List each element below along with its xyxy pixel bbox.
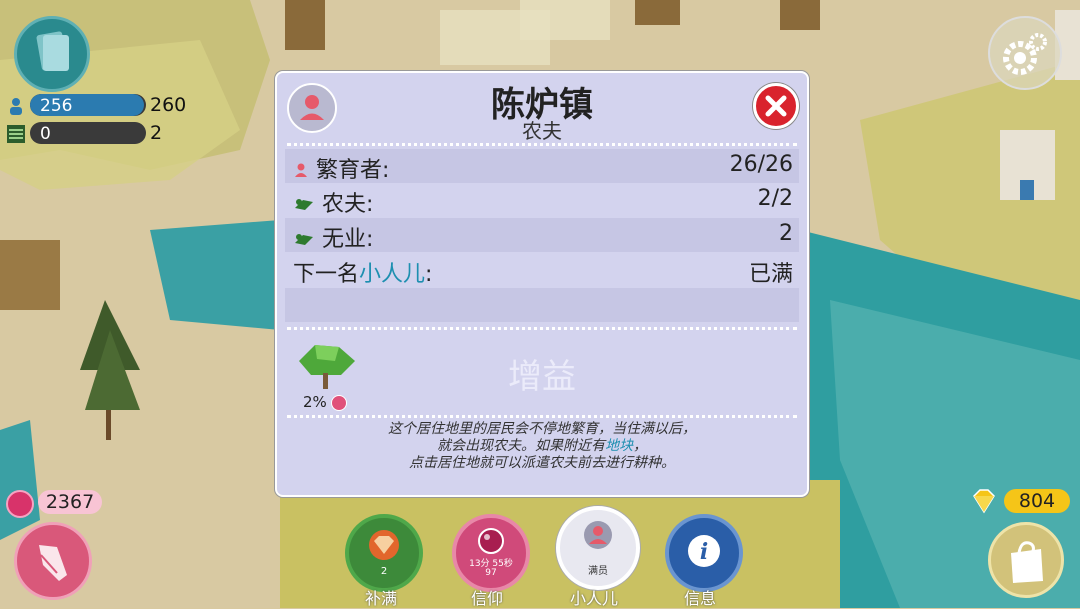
- stat-row-breeders: 繁育者: 26/26: [285, 149, 799, 183]
- unemployed-value: 2: [779, 221, 793, 246]
- close-button[interactable]: [753, 83, 799, 129]
- breeders-label: 繁育者:: [316, 158, 390, 183]
- info-icon: i: [688, 535, 720, 567]
- divider: [287, 415, 797, 418]
- stat-row-next-follower: 下一名小人儿: 已满: [285, 253, 799, 287]
- storage-max: 2: [150, 122, 163, 144]
- faith-button[interactable]: 13分 55秒 97: [452, 514, 530, 592]
- gems-counter: 804: [1004, 489, 1070, 513]
- next-follower-value: 已满: [748, 262, 793, 287]
- abode-description: 这个居住地里的居民会不停地繁育，当住满以后， 就会出现农夫。如果附近有地块， 点…: [388, 421, 696, 471]
- storage-current: 0: [40, 124, 51, 144]
- unemployed-icon: [295, 234, 313, 245]
- dialog-subtitle: 农夫: [522, 119, 562, 143]
- cards-icon: [36, 31, 69, 71]
- followers-button[interactable]: 满员: [556, 506, 640, 590]
- faith-value: 97: [485, 568, 497, 578]
- storage-icon: [7, 125, 25, 143]
- replenish-label: 补满: [364, 589, 397, 608]
- unemployed-label: 无业:: [322, 227, 374, 252]
- boost-label: 增益: [508, 357, 576, 397]
- farmers-label: 农夫:: [322, 192, 374, 217]
- breeder-icon: [295, 163, 307, 177]
- replenish-button[interactable]: 2: [345, 514, 423, 592]
- breeders-value: 26/26: [729, 152, 793, 177]
- faith-orb-icon: [478, 528, 504, 554]
- shop-button[interactable]: [988, 522, 1064, 598]
- faith-label: 信仰: [470, 589, 503, 608]
- mana-counter: 2367: [38, 490, 102, 514]
- mana-orb-icon: [6, 490, 34, 518]
- next-follower-label-prefix: 下一名: [293, 262, 360, 287]
- pointing-hand-icon: [39, 545, 67, 581]
- storage-bar: 0: [30, 122, 146, 144]
- info-label: 信息: [683, 589, 716, 608]
- divider: [287, 327, 797, 330]
- person-icon: [584, 521, 612, 549]
- next-follower-label-suffix: :: [425, 262, 433, 287]
- follower-link[interactable]: 小人儿: [359, 262, 425, 287]
- settings-button[interactable]: [988, 16, 1062, 90]
- population-current: 256: [40, 96, 73, 116]
- followers-badge: 满员: [588, 566, 608, 577]
- divider: [287, 143, 797, 146]
- plot-link[interactable]: 地块: [605, 438, 633, 454]
- close-icon: [765, 95, 787, 117]
- population-bar: 256: [30, 94, 146, 116]
- farmer-icon: [295, 199, 313, 210]
- replenish-badge: 2: [380, 566, 388, 577]
- shopping-bag-icon: [1011, 541, 1043, 583]
- gear-icon: [1003, 33, 1047, 75]
- farmers-value: 2/2: [757, 186, 793, 211]
- stat-row-unemployed: 无业: 2: [285, 218, 799, 252]
- cards-button[interactable]: [14, 16, 90, 92]
- followers-label: 小人儿: [569, 589, 618, 608]
- stat-row-empty: [285, 288, 799, 322]
- diamond-icon: [369, 530, 399, 560]
- stat-row-farmers: 农夫: 2/2: [285, 183, 799, 217]
- population-max: 260: [150, 94, 187, 116]
- diamond-icon: [973, 489, 995, 514]
- hand-of-god-button[interactable]: [14, 522, 92, 600]
- abode-info-dialog: 陈炉镇 农夫 繁育者: 26/26 农夫: 2/2 无业: 2 下一名小人儿: …: [275, 71, 809, 497]
- svg-text:i: i: [700, 539, 708, 565]
- info-button[interactable]: i: [665, 514, 743, 592]
- population-icon: [10, 98, 22, 115]
